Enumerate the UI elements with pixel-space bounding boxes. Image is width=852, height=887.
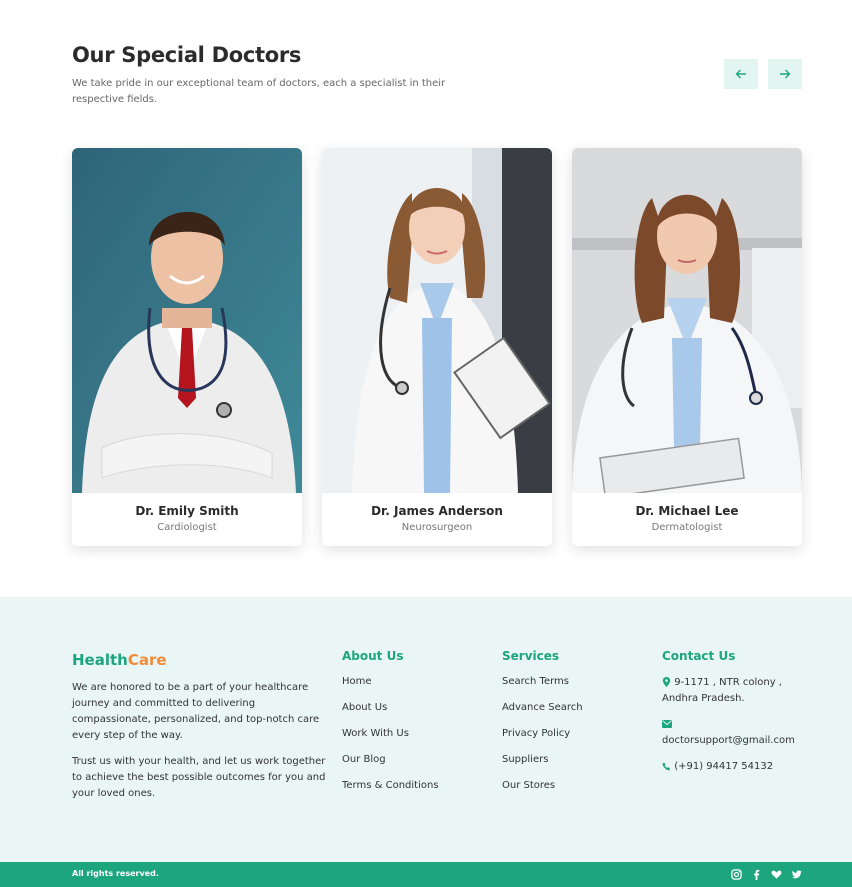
footer-link-privacy-policy[interactable]: Privacy Policy [502, 728, 570, 739]
footer-link-work-with-us[interactable]: Work With Us [342, 728, 409, 739]
arrow-left-icon [735, 69, 746, 79]
contact-email: doctorsupport@gmail.com [662, 717, 795, 749]
mail-icon [662, 720, 672, 728]
footer-services-title: Services [502, 649, 560, 663]
doctor-photo [72, 148, 302, 493]
footer-link-about-us[interactable]: About Us [342, 702, 387, 713]
carousel-prev-button[interactable] [724, 59, 758, 89]
doctor-photo [572, 148, 802, 493]
instagram-icon[interactable] [731, 869, 742, 880]
email-address[interactable]: doctorsupport@gmail.com [662, 735, 795, 746]
carousel-next-button[interactable] [768, 59, 802, 89]
section-subtitle: We take pride in our exceptional team of… [72, 78, 446, 105]
footer-link-suppliers[interactable]: Suppliers [502, 754, 548, 765]
footer-about-title: About Us [342, 649, 404, 663]
facebook-icon[interactable] [751, 869, 762, 880]
contact-address: 9-1171 , NTR colony , Andhra Pradesh. [662, 675, 782, 707]
site-footer: HealthCare We are honored to be a part o… [0, 597, 852, 862]
heart-icon[interactable] [771, 869, 782, 880]
doctor-specialty: Dermatologist [651, 522, 723, 533]
doctor-name: Dr. James Anderson [371, 504, 503, 518]
arrow-right-icon [780, 69, 791, 79]
section-title: Our Special Doctors [72, 43, 302, 67]
footer-link-search-terms[interactable]: Search Terms [502, 676, 569, 687]
footer-about-text: We are honored to be a part of your heal… [72, 682, 320, 741]
doctor-specialty: Cardiologist [157, 522, 217, 533]
phone-icon [662, 761, 671, 770]
copyright-text: All rights reserved. [72, 869, 159, 878]
location-pin-icon [662, 677, 671, 687]
doctors-section: Our Special Doctors We take pride in our… [0, 0, 852, 597]
doctor-photo [322, 148, 552, 493]
footer-link-our-blog[interactable]: Our Blog [342, 754, 386, 765]
footer-link-terms[interactable]: Terms & Conditions [342, 780, 439, 791]
footer-link-advance-search[interactable]: Advance Search [502, 702, 583, 713]
doctor-name: Dr. Emily Smith [135, 504, 239, 518]
doctor-card[interactable]: Dr. Michael Lee Dermatologist [572, 148, 802, 546]
doctor-specialty: Neurosurgeon [401, 522, 473, 533]
brand-part-health: Health [72, 651, 128, 669]
contact-phone: (+91) 94417 54132 [662, 759, 773, 775]
doctor-name: Dr. Michael Lee [635, 504, 739, 518]
address-line-1: 9-1171 , NTR colony , [674, 677, 782, 688]
copyright-bar: All rights reserved. [0, 862, 852, 887]
phone-number[interactable]: (+91) 94417 54132 [674, 761, 773, 772]
footer-link-home[interactable]: Home [342, 676, 372, 687]
footer-brand-logo[interactable]: HealthCare [72, 651, 167, 669]
brand-part-care: Care [127, 651, 167, 669]
footer-trust-text: Trust us with your health, and let us wo… [72, 756, 326, 799]
footer-contact-title: Contact Us [662, 649, 736, 663]
doctor-card[interactable]: Dr. Emily Smith Cardiologist [72, 148, 302, 546]
doctor-card[interactable]: Dr. James Anderson Neurosurgeon [322, 148, 552, 546]
footer-link-our-stores[interactable]: Our Stores [502, 780, 555, 791]
address-line-2: Andhra Pradesh. [662, 693, 745, 704]
twitter-icon[interactable] [791, 869, 802, 880]
